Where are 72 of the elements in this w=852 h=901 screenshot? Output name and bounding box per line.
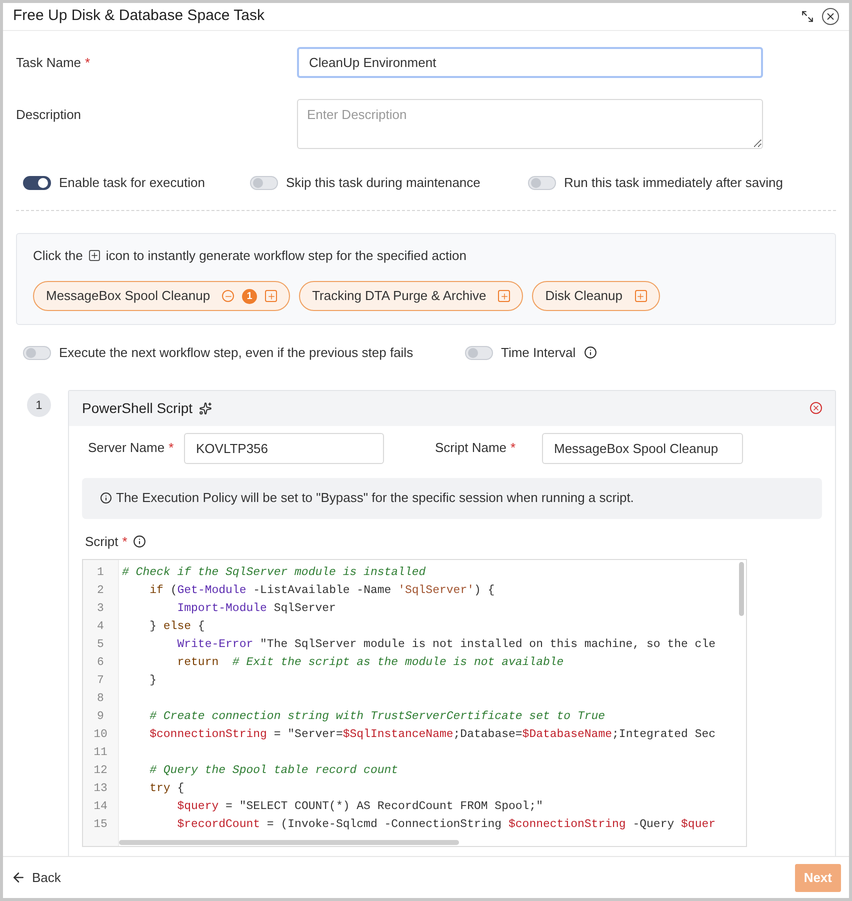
code-editor[interactable] [82, 559, 747, 847]
script-name-field[interactable]: MessageBox Spool Cleanup [542, 432, 743, 464]
line-number: 2 [97, 583, 104, 599]
code-line: return # Exit the script as the module is not available [176, 655, 564, 671]
line-number: 5 [97, 637, 104, 653]
code-line: $recordCount = (Invoke-Sqlcmd -ConnectionString $connectionString -Query $quer [176, 817, 716, 833]
add-icon[interactable] [498, 290, 510, 302]
notice-text: The Execution Policy will be set to "Bypass" for the specific session when running a script. [116, 489, 634, 508]
line-number: 13 [94, 781, 108, 797]
code-line: # Create connection string with TrustServerCertificate set to True [148, 709, 606, 725]
line-number: 14 [94, 799, 108, 815]
line-number: 7 [97, 673, 104, 689]
step-number: 1 [27, 392, 51, 416]
chip-label: Disk Cleanup [545, 287, 623, 306]
line-number: 15 [94, 817, 108, 833]
field-label: Script Name [435, 440, 507, 456]
description-field[interactable]: Enter Description [297, 99, 763, 149]
field-label: Server Name [88, 440, 165, 456]
info-icon[interactable] [133, 534, 146, 548]
count-badge: 1 [242, 288, 258, 304]
line-number: 4 [97, 619, 104, 635]
code-line: try { [148, 781, 184, 797]
back-button[interactable]: Back [11, 868, 61, 888]
add-icon[interactable] [634, 290, 647, 302]
close-icon [825, 11, 836, 22]
line-number: 11 [94, 745, 108, 761]
line-number: 10 [94, 727, 108, 743]
task-name-field[interactable]: CleanUp Environment [297, 47, 763, 78]
line-number: 6 [97, 655, 104, 671]
code-line: # Query the Spool table record count [148, 763, 398, 779]
toggle-label: Skip this task during maintenance [286, 174, 480, 192]
required-mark: * [85, 55, 90, 70]
add-icon [88, 250, 100, 261]
code-line: Import-Module SqlServer [176, 601, 336, 617]
code-line: $connectionString = "Server=$SqlInstanceName;Database=$DatabaseName;Integrated Sec [148, 727, 716, 743]
add-icon[interactable] [265, 290, 278, 302]
chip-label: MessageBox Spool Cleanup [46, 287, 210, 306]
line-number: 8 [97, 691, 104, 707]
window-title: Free Up Disk & Database Space Task [13, 6, 265, 26]
close-button[interactable] [822, 8, 839, 25]
toggle-label: Enable task for execution [59, 174, 205, 192]
line-number: 12 [94, 763, 108, 779]
line-number: 9 [97, 709, 104, 725]
code-line: # Check if the SqlServer module is installed [122, 565, 426, 581]
field-label: Description [16, 106, 82, 124]
toggle-switch[interactable] [23, 176, 51, 190]
chip-label: Tracking DTA Purge & Archive [312, 287, 486, 306]
sparkle-icon[interactable] [198, 402, 212, 414]
toggle-label: Run this task immediately after saving [564, 174, 783, 192]
field-label: Script [85, 532, 118, 551]
code-line: if (Get-Module -ListAvailable -Name 'SqlServer') { [148, 583, 495, 599]
server-name-field[interactable]: KOVLTP356 [184, 432, 384, 464]
required-mark: * [510, 440, 516, 456]
step-title: PowerShell Script [82, 398, 192, 418]
hint-text: icon to instantly generate workflow step for the specified action [106, 246, 466, 265]
info-icon [100, 492, 112, 504]
code-line: } [148, 673, 157, 689]
code-line: } else { [148, 619, 205, 635]
expand-icon[interactable] [801, 10, 814, 23]
line-number: 3 [97, 601, 104, 617]
hint-text: Click the [33, 246, 83, 264]
code-line: Write-Error "The SqlServer module is not installed on this machine, so the cle [176, 637, 716, 653]
required-mark: * [122, 532, 128, 550]
required-mark: * [168, 440, 174, 456]
toggle-label: Execute the next workflow step, even if the previous step fails [59, 344, 414, 362]
toggle-label: Time Interval [501, 344, 576, 362]
field-label: Task Name [16, 55, 82, 70]
close-icon [812, 404, 820, 412]
code-line: $query = "SELECT COUNT(*) AS RecordCount FROM Spool;" [176, 799, 543, 815]
line-number: 1 [97, 565, 104, 581]
remove-icon[interactable] [222, 290, 234, 302]
info-icon[interactable] [584, 346, 597, 360]
